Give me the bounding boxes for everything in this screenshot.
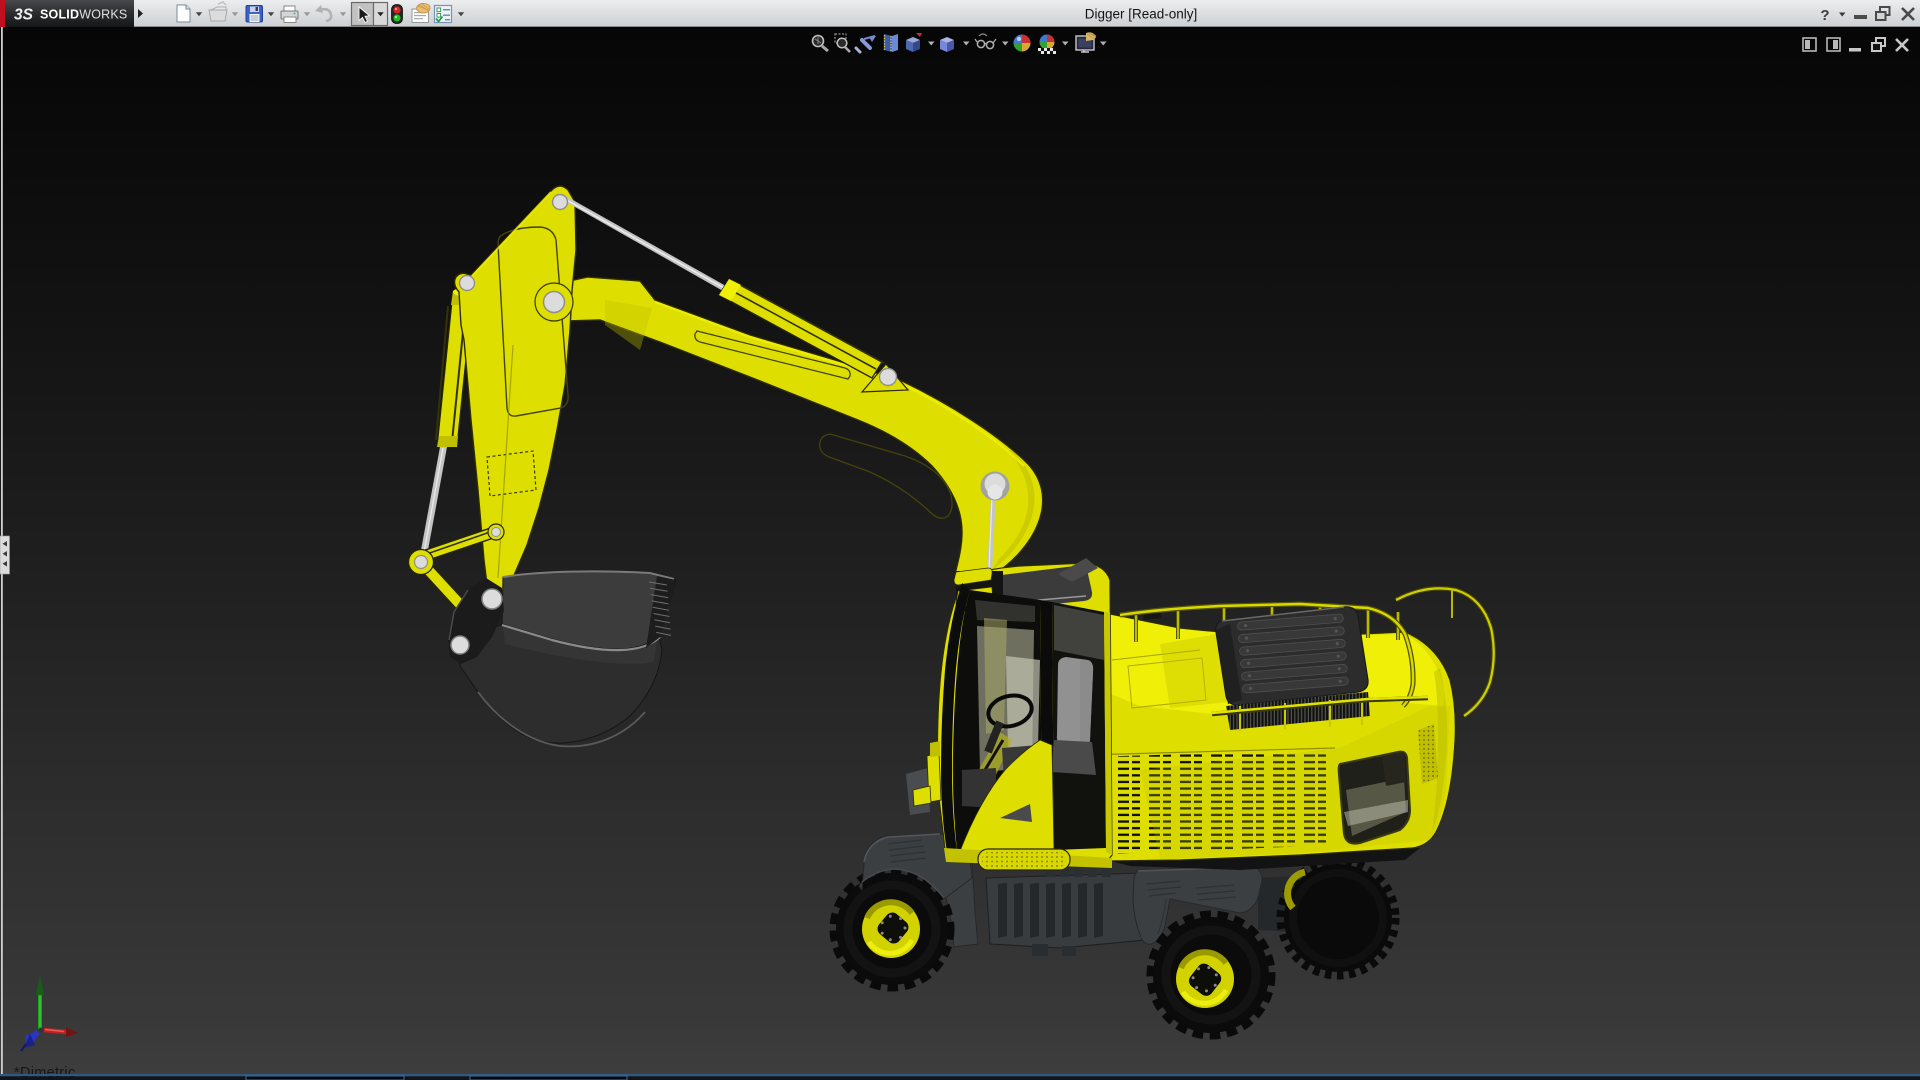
svg-text:?: ? (1820, 7, 1829, 24)
svg-text:Digger [Read-only]: Digger [Read-only] (1085, 7, 1198, 22)
svg-text:3S: 3S (14, 7, 34, 24)
svg-text:SOLIDWORKS: SOLIDWORKS (40, 8, 127, 22)
